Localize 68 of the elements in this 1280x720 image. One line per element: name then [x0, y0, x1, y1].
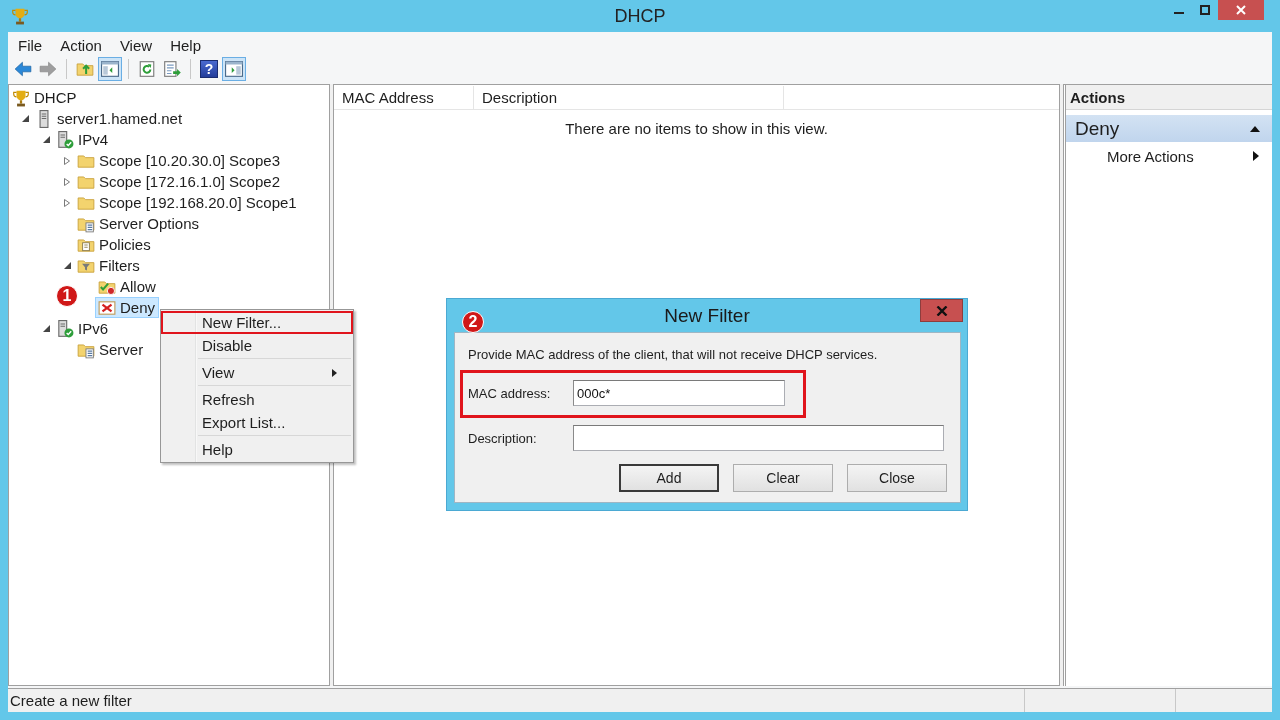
- tree-item[interactable]: DHCP: [9, 87, 81, 108]
- tree-item[interactable]: IPv6: [53, 318, 112, 339]
- close-button[interactable]: [1218, 0, 1264, 20]
- menu-item[interactable]: View: [161, 361, 353, 384]
- collapsed-arrow-icon[interactable]: [64, 198, 70, 207]
- help-button[interactable]: ?: [200, 60, 218, 78]
- menu-item[interactable]: Disable: [161, 334, 353, 357]
- toolbar-button[interactable]: [98, 57, 122, 81]
- tree-item[interactable]: Scope [172.16.1.0] Scope2: [74, 171, 284, 192]
- minimize-icon: [1174, 12, 1184, 14]
- close-icon: [1236, 5, 1246, 15]
- dialog-button[interactable]: Close: [847, 464, 947, 492]
- tree-item[interactable]: Policies: [74, 234, 155, 255]
- text-field[interactable]: 000c*: [573, 380, 785, 406]
- expanded-arrow-icon[interactable]: [42, 325, 50, 332]
- tree-item[interactable]: Scope [10.20.30.0] Scope3: [74, 150, 284, 171]
- menu-item[interactable]: Action: [51, 34, 111, 56]
- expanded-arrow-icon[interactable]: [63, 262, 71, 269]
- panel-left-icon: [101, 60, 119, 78]
- maximize-icon: [1200, 5, 1210, 15]
- tree-item[interactable]: IPv4: [53, 129, 112, 150]
- trophy-icon: [12, 88, 30, 107]
- menu-item[interactable]: View: [110, 34, 162, 56]
- menu-item[interactable]: Help: [161, 438, 353, 461]
- tree-item[interactable]: Server: [74, 339, 148, 360]
- dialog-button[interactable]: Add: [619, 464, 719, 492]
- menu-item[interactable]: Refresh: [161, 388, 353, 411]
- dialog-title: New Filter: [664, 304, 750, 327]
- panel-right-icon: [225, 60, 243, 78]
- server-check-icon: [56, 130, 74, 149]
- menu-item[interactable]: File: [9, 34, 52, 56]
- export-list-icon: [163, 60, 181, 78]
- field-label: MAC address:: [468, 385, 552, 401]
- dialog-button[interactable]: Clear: [733, 464, 833, 492]
- toolbar-button[interactable]: [222, 57, 246, 81]
- field-label: Description:: [468, 430, 538, 446]
- action-section-header[interactable]: Deny: [1066, 115, 1272, 142]
- collapsed-arrow-icon[interactable]: [64, 156, 70, 165]
- tree-item[interactable]: Server Options: [74, 213, 204, 234]
- empty-message: There are no items to show in this view.: [564, 120, 829, 137]
- tree-item[interactable]: Filters: [74, 255, 144, 276]
- tree-item[interactable]: Allow: [95, 276, 160, 297]
- dialog-message: Provide MAC address of the client, that will not receive DHCP services.: [467, 347, 879, 363]
- cross-box-icon: [98, 298, 116, 317]
- back-arrow-icon: [14, 60, 32, 78]
- action-item[interactable]: More Actions: [1066, 142, 1272, 170]
- refresh-icon: [138, 60, 156, 78]
- menu-item[interactable]: Export List...: [161, 411, 353, 434]
- status-text: Create a new filter: [9, 691, 133, 711]
- collapsed-arrow-icon[interactable]: [64, 177, 70, 186]
- trophy-icon: [11, 7, 29, 25]
- folder-arrow-icon: [76, 60, 94, 78]
- text-field[interactable]: [573, 425, 944, 451]
- step-marker: 2: [462, 311, 484, 333]
- close-icon: [935, 305, 948, 316]
- tree-item[interactable]: Scope [192.168.20.0] Scope1: [74, 192, 301, 213]
- forward-arrow-icon: [39, 60, 57, 78]
- tree-item[interactable]: server1.hamed.net: [32, 108, 187, 129]
- menu-item[interactable]: New Filter...: [161, 311, 353, 334]
- expanded-arrow-icon[interactable]: [21, 115, 29, 122]
- menu-item[interactable]: Help: [161, 34, 210, 56]
- close-button[interactable]: [920, 299, 963, 322]
- tree-item[interactable]: Deny: [95, 297, 160, 318]
- expanded-arrow-icon[interactable]: [42, 136, 50, 143]
- server-check-icon: [56, 319, 74, 338]
- step-marker: 1: [56, 285, 78, 307]
- actions-title: Actions: [1066, 85, 1272, 110]
- window-title: DHCP: [614, 5, 666, 27]
